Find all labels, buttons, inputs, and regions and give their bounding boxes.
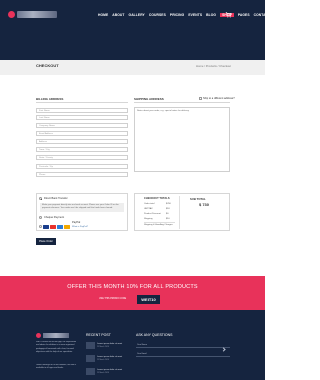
post-thumbnail[interactable]	[86, 368, 95, 375]
nav-item-gallery[interactable]: GALLERY	[129, 13, 145, 17]
billing-first-name-input[interactable]: First Name	[36, 108, 128, 113]
billing-postcode-input[interactable]: Postcode / Zip	[36, 164, 128, 169]
post-thumbnail[interactable]	[86, 355, 95, 362]
payment-label-cheque: Cheque Payment	[44, 215, 65, 219]
payment-label-bank: Direct Bank Transfer	[44, 196, 68, 200]
billing-last-name-input[interactable]: Last Name	[36, 115, 128, 120]
name-placeholder: Your Name	[137, 343, 147, 346]
post-thumbnail[interactable]	[86, 342, 95, 349]
divider	[144, 222, 175, 223]
breadcrumb[interactable]: Home / Products / Checkout	[196, 64, 231, 68]
recent-post-title: RECENT POST	[86, 333, 111, 337]
cart-icon[interactable]	[225, 11, 232, 18]
payment-radio-bank[interactable]	[39, 197, 42, 200]
ship-different-checkbox[interactable]	[199, 97, 202, 100]
divider	[36, 102, 128, 103]
ask-questions-title: ASK ANY QUESTIONS	[136, 333, 173, 337]
field-placeholder: Address	[39, 140, 48, 143]
field-placeholder: Last Name	[39, 116, 50, 119]
payment-card-icon	[43, 225, 49, 229]
nav-item-pricing[interactable]: PRICING	[170, 13, 184, 17]
billing-address-input[interactable]: Address	[36, 139, 128, 144]
promo-banner	[0, 276, 265, 310]
nav-item-pages[interactable]: PAGES	[238, 13, 250, 17]
promo-code-label: USE THIS PROMO CODE	[99, 298, 127, 300]
page-title: CHECKOUT	[36, 63, 59, 68]
field-placeholder: First Name	[39, 109, 50, 112]
billing-company-input[interactable]: Company Name	[36, 123, 128, 128]
divider	[179, 196, 180, 229]
billing-title: BILLING ADDRESS	[36, 97, 64, 101]
ship-different-label: Ship to a different address?	[203, 96, 235, 100]
field-placeholder: Postcode / Zip	[39, 165, 53, 168]
footer-name-input[interactable]: Your Name	[136, 343, 230, 348]
billing-email-input[interactable]: Email Address	[36, 131, 128, 136]
payment-radio-paypal[interactable]	[39, 225, 42, 228]
billing-phone-input[interactable]: Phone	[36, 172, 128, 177]
payment-card-icon	[57, 225, 63, 229]
billing-state-input[interactable]: State / County	[36, 155, 128, 160]
footer-email-input[interactable]: Your Email	[136, 352, 230, 357]
card-icons	[43, 225, 70, 229]
notes-placeholder: Notes about your order, e.g. special not…	[137, 110, 190, 112]
payment-label-paypal: PayPal	[72, 221, 81, 224]
totals-row-label: VAT/TAX	[144, 208, 153, 210]
footer-logo-wordmark[interactable]	[43, 333, 69, 338]
totals-row-value: $0	[166, 213, 169, 215]
totals-title: CHECKOUT TOTALS	[144, 197, 170, 200]
subtotal-value: $ 730	[199, 202, 210, 207]
totals-row-value: $760	[166, 203, 171, 205]
nav-item-about[interactable]: ABOUT	[112, 13, 124, 17]
field-placeholder: Town / City	[39, 148, 50, 151]
nav-item-blog[interactable]: BLOG	[206, 13, 216, 17]
email-placeholder: Your Email	[137, 352, 147, 355]
promo-code-badge[interactable]: WEIT10	[137, 295, 160, 304]
logo-icon[interactable]	[8, 11, 15, 18]
payment-note: Make your payment directly into our bank…	[40, 203, 124, 212]
billing-city-input[interactable]: Town / City	[36, 147, 128, 152]
field-placeholder: State / County	[39, 156, 53, 159]
payment-card-icon	[64, 225, 70, 229]
totals-row-value: $18	[166, 208, 170, 210]
post-date: 25 March 2016	[97, 359, 109, 361]
shipping-title: SHIPPING ADDRESS	[134, 97, 164, 101]
promo-title: OFFER THIS MONTH 10% FOR ALL PRODUCTS	[67, 284, 198, 290]
field-placeholder: Phone	[39, 173, 46, 176]
order-notes-textarea[interactable]: Notes about your order, e.g. special not…	[134, 107, 230, 172]
footer-about-text-2: Online trainings for all the athletes, t…	[36, 364, 77, 370]
field-placeholder: Email Address	[39, 132, 53, 135]
subtotal-label: SUB TOTAL	[190, 197, 206, 201]
totals-row-label: Order total	[144, 203, 155, 205]
logo-wordmark[interactable]	[17, 11, 57, 18]
nav-item-home[interactable]: HOME	[98, 13, 108, 17]
totals-footnote: Shipping & Handling Charges	[144, 224, 173, 226]
post-date: 25 March 2016	[97, 346, 109, 348]
footer-logo-icon[interactable]	[36, 333, 41, 338]
payment-card-icon	[50, 225, 56, 229]
totals-row-label: Shipping	[144, 218, 153, 220]
divider	[134, 102, 230, 103]
paypal-link[interactable]: What is PayPal?	[72, 226, 88, 228]
main-nav: HOME ABOUT GALLERY COURSES PRICING EVENTS BLOG…	[98, 13, 270, 17]
post-title[interactable]: Lorem ipsum dolor sit amet	[97, 369, 122, 371]
site-header	[0, 0, 265, 60]
footer-about-text: WEIT Fitness will fill that gap, the sup…	[36, 341, 77, 353]
totals-row-value: $10	[166, 218, 170, 220]
nav-item-events[interactable]: EVENTS	[188, 13, 202, 17]
totals-row-label: Product Discount	[144, 213, 161, 215]
place-order-button[interactable]: Place Order	[36, 238, 56, 245]
post-date: 25 March 2016	[97, 372, 109, 374]
nav-item-courses[interactable]: COURSES	[149, 13, 166, 17]
post-title[interactable]: Lorem ipsum dolor sit amet	[97, 343, 122, 345]
field-placeholder: Company Name	[39, 124, 55, 127]
nav-item-contact[interactable]: CONTACT	[254, 13, 271, 17]
post-title[interactable]: Lorem ipsum dolor sit amet	[97, 356, 122, 358]
payment-radio-cheque[interactable]	[39, 216, 42, 219]
